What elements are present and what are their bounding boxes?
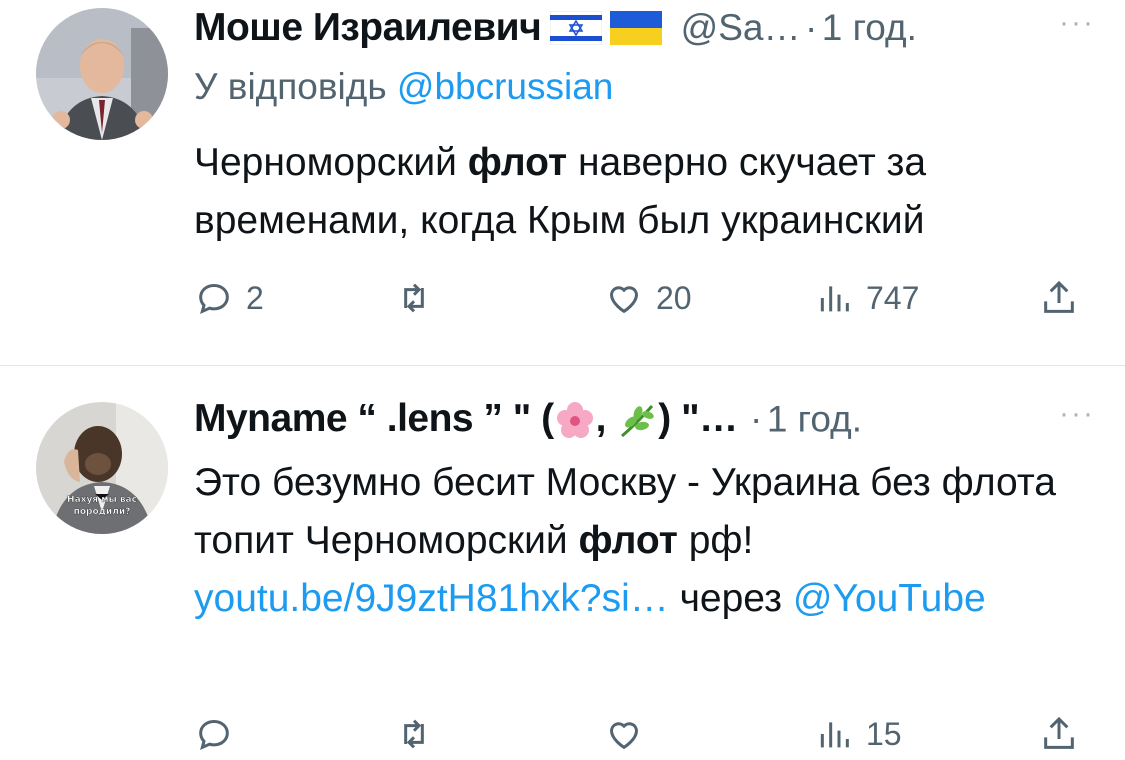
action-bar: 2 20 747 [194,276,1094,320]
tweet-1[interactable]: Моше Израилевич @Sa… · 1 год. ··· У відп… [0,0,1125,365]
display-name-part: ) "… [658,397,738,440]
ukraine-flag-icon [610,11,663,45]
tweet-text: Это безумно бесит Москву - Украина без ф… [194,454,1084,628]
highlighted-term: флот [578,519,678,562]
reply-icon [199,283,229,314]
display-name[interactable]: Моше Израилевич [194,6,542,49]
tweet-header: Моше Израилевич @Sa… · 1 год. ··· [194,6,1095,56]
more-options-icon[interactable]: ··· [1059,397,1095,431]
share-button[interactable] [1039,712,1079,756]
share-icon [1044,716,1074,749]
reply-context: У відповідь @bbcrussian [194,66,613,108]
separator-dot: · [750,398,763,440]
views-icon [820,286,849,312]
separator-dot: · [804,7,818,48]
avatar-caption-line2: породили? [74,507,131,517]
tweet-text-part: через [668,577,793,620]
youtube-mention-link[interactable]: @YouTube [793,577,986,620]
retweet-icon [404,719,424,749]
reply-button[interactable]: 2 [194,276,264,320]
reply-mention-link[interactable]: @bbcrussian [397,66,614,107]
retweet-button[interactable] [394,276,446,320]
reply-button[interactable] [194,712,246,756]
like-icon [609,286,639,314]
highlighted-term: флот [467,141,568,184]
like-icon [609,722,639,750]
herb-icon [621,404,655,437]
avatar-caption-line1: Нахуя мы вас [67,495,137,505]
reply-label: У відповідь [194,66,387,107]
like-count: 20 [656,279,692,316]
display-name[interactable]: Myname “ .lens ” " (, ) "… [194,397,738,440]
reply-icon [199,719,229,750]
tweet-text: Черноморский флот наверно скучает за вре… [194,134,1084,250]
views-button[interactable]: 747 [814,276,919,320]
views-count: 15 [866,715,902,752]
avatar-photo: Нахуя мы вас породили? [36,402,168,534]
handle[interactable]: @Sa… [681,7,801,48]
share-icon [1044,280,1074,313]
avatar[interactable]: Нахуя мы вас породили? [36,402,168,534]
display-name-part: , [595,397,617,440]
reply-count: 2 [246,279,264,316]
more-options-icon[interactable]: ··· [1059,6,1095,40]
avatar-photo [36,8,168,140]
tweet-text-part: рф! [677,519,754,562]
avatar[interactable] [36,8,168,140]
cherry-blossom-icon [556,401,593,438]
tweet-header: Myname “ .lens ” " (, ) "… · 1 год. ··· [194,397,1095,447]
youtube-link[interactable]: youtu.be/9J9ztH81hxk?si… [194,577,669,620]
like-button[interactable] [604,712,656,756]
views-icon [820,722,849,748]
timestamp[interactable]: 1 год. [767,398,862,439]
display-name-part: Myname “ .lens ” " ( [194,397,554,440]
israel-flag-icon [549,11,602,45]
tweet-2[interactable]: Нахуя мы вас породили? Myname “ .lens ” … [0,366,1125,760]
views-button[interactable]: 15 [814,712,902,756]
action-bar: 15 [194,712,1094,756]
retweet-button[interactable] [394,712,446,756]
timestamp[interactable]: 1 год. [822,7,917,48]
views-count: 747 [866,279,920,316]
like-button[interactable]: 20 [604,276,692,320]
tweet-text-part: Черноморский [194,141,468,184]
retweet-icon [404,283,424,313]
share-button[interactable] [1039,276,1079,320]
